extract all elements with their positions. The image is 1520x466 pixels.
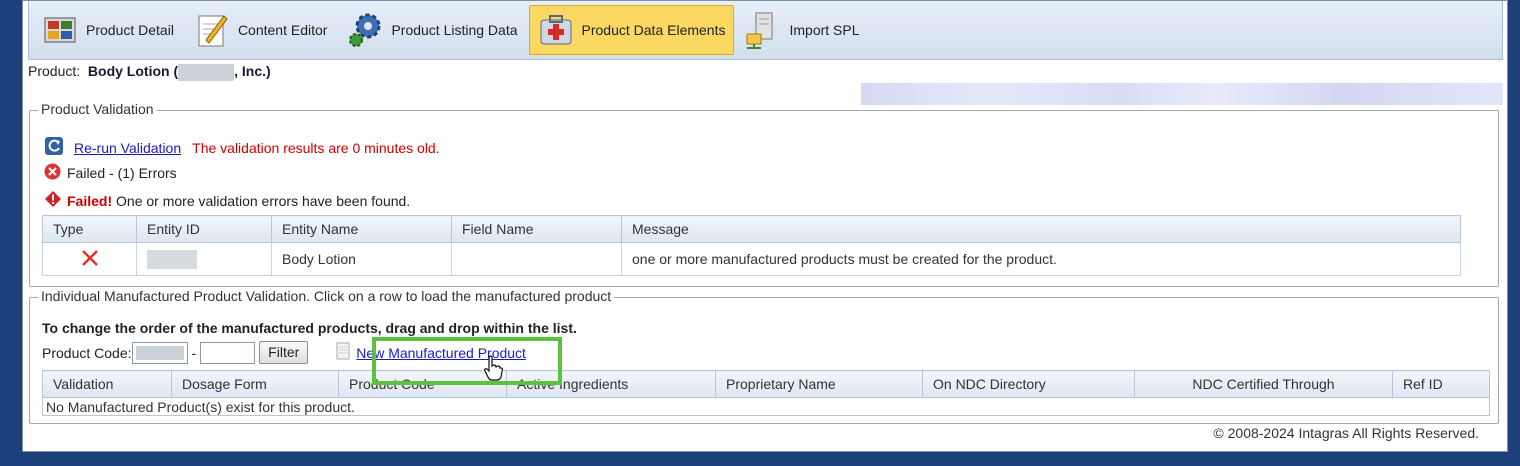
- dash-separator: -: [191, 344, 197, 361]
- first-aid-kit-icon: [536, 10, 576, 50]
- product-name-end: , Inc.): [234, 63, 271, 79]
- document-icon: [336, 342, 350, 363]
- empty-message: No Manufactured Product(s) exist for thi…: [42, 397, 1490, 416]
- product-label: Product:: [28, 63, 81, 79]
- redacted-block: [178, 63, 235, 81]
- message-cell: one or more manufactured products must b…: [621, 242, 1461, 276]
- column-header[interactable]: Dosage Form: [171, 370, 339, 398]
- error-circle-icon: [44, 163, 61, 183]
- failed-text: One or more validation errors have been …: [116, 192, 411, 209]
- failed-label: Failed!: [67, 192, 113, 209]
- failed-message-line: Failed! One or more validation errors ha…: [44, 190, 410, 211]
- column-header[interactable]: Entity Name: [271, 215, 452, 243]
- column-header[interactable]: Field Name: [451, 215, 622, 243]
- product-detail-icon: [40, 10, 80, 50]
- tab-label: Product Listing Data: [391, 22, 518, 38]
- column-header[interactable]: Proprietary Name: [715, 370, 923, 398]
- refresh-icon[interactable]: [44, 136, 64, 159]
- column-header[interactable]: Validation: [42, 370, 172, 398]
- tab-content-editor[interactable]: Content Editor: [185, 5, 337, 55]
- fieldset-legend: Product Validation: [38, 101, 157, 117]
- highlight-box: [372, 337, 562, 385]
- table-header-row: Validation Dosage Form Product Code Acti…: [42, 370, 1490, 398]
- fieldset-legend: Individual Manufactured Product Validati…: [38, 288, 615, 304]
- manufactured-products-table: Validation Dosage Form Product Code Acti…: [42, 370, 1490, 416]
- rerun-line: Re-run Validation The validation results…: [44, 136, 440, 159]
- drag-instruction: To change the order of the manufactured …: [42, 320, 577, 336]
- content-editor-icon: [192, 10, 232, 50]
- entity-id-cell: [136, 242, 272, 276]
- main-toolbar: Product Detail Content Editor Product Li…: [28, 1, 1503, 60]
- hand-pointer-cursor-icon: [483, 355, 503, 384]
- validation-results-table: Type Entity ID Entity Name Field Name Me…: [42, 215, 1461, 276]
- tab-product-listing-data[interactable]: Product Listing Data: [338, 5, 526, 55]
- app-frame: Product Detail Content Editor Product Li…: [22, 0, 1508, 452]
- entity-name-cell: Body Lotion: [271, 242, 452, 276]
- tab-product-data-elements[interactable]: Product Data Elements: [528, 5, 735, 55]
- table-header-row: Type Entity ID Entity Name Field Name Me…: [42, 215, 1461, 243]
- copyright-footer: © 2008-2024 Intagras All Rights Reserved…: [1213, 425, 1479, 441]
- column-header[interactable]: Ref ID: [1392, 370, 1490, 398]
- filter-button[interactable]: Filter: [259, 341, 309, 364]
- redacted-block: [147, 249, 197, 269]
- error-x-icon: [80, 249, 100, 270]
- tab-import-spl[interactable]: Import SPL: [736, 5, 868, 55]
- gears-icon: [345, 10, 385, 50]
- column-header[interactable]: On NDC Directory: [922, 370, 1135, 398]
- warning-diamond-icon: [44, 190, 62, 211]
- tab-label: Import SPL: [789, 22, 860, 38]
- tab-product-detail[interactable]: Product Detail: [33, 5, 183, 55]
- rerun-validation-link[interactable]: Re-run Validation: [74, 140, 181, 156]
- tab-label: Content Editor: [237, 22, 328, 38]
- column-header[interactable]: NDC Certified Through: [1134, 370, 1393, 398]
- empty-row: No Manufactured Product(s) exist for thi…: [42, 397, 1490, 416]
- product-validation-fieldset: Product Validation Re-run Validation The…: [29, 101, 1499, 287]
- validation-age-text: The validation results are 0 minutes old…: [192, 139, 440, 156]
- column-header[interactable]: Type: [42, 215, 137, 243]
- type-cell: [42, 242, 137, 276]
- product-code-label: Product Code:: [42, 344, 132, 361]
- tab-label: Product Data Elements: [581, 22, 726, 38]
- table-row[interactable]: Body Lotion one or more manufactured pro…: [42, 242, 1461, 276]
- product-name-start: Body Lotion (: [87, 63, 179, 79]
- product-name-line: Product: Body Lotion ( , Inc.): [28, 63, 271, 81]
- import-server-icon: [743, 10, 783, 50]
- column-header[interactable]: Message: [621, 215, 1461, 243]
- failed-summary-line: Failed - (1) Errors: [44, 163, 177, 183]
- failed-summary: Failed - (1) Errors: [67, 165, 177, 181]
- column-header[interactable]: Entity ID: [136, 215, 272, 243]
- blurred-banner: [861, 83, 1503, 105]
- product-code-labeler-input[interactable]: [131, 341, 188, 364]
- tab-label: Product Detail: [86, 22, 174, 38]
- field-name-cell: [451, 242, 622, 276]
- manufactured-product-fieldset: Individual Manufactured Product Validati…: [29, 288, 1499, 424]
- product-code-input[interactable]: [200, 341, 256, 364]
